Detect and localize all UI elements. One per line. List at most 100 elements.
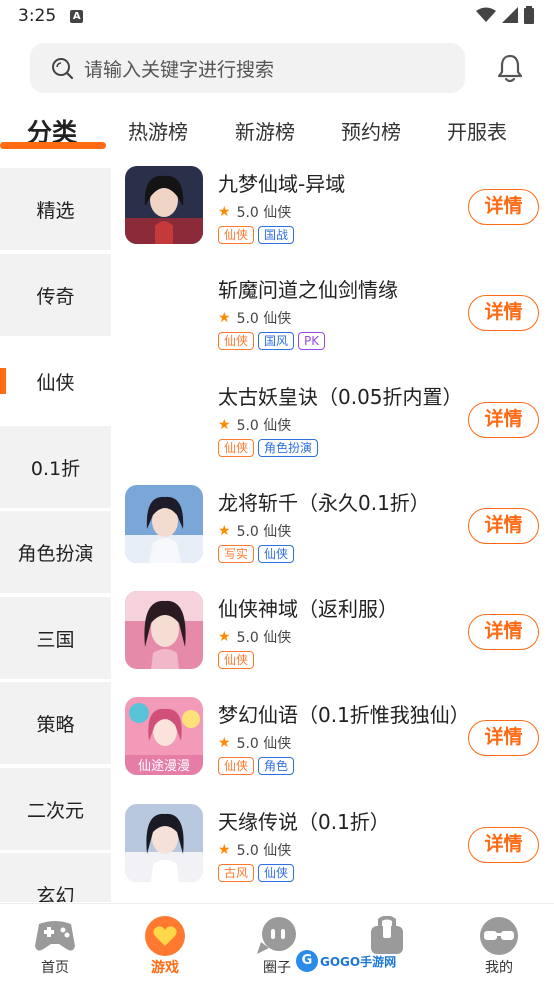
heart-chat-icon [145,916,185,956]
nav-games[interactable]: 游戏 [110,904,220,984]
watermark-text: GOGO手游网 [320,954,397,969]
rating-text: 5.0 仙侠 [236,736,292,752]
game-tags: 仙侠 [218,651,255,669]
active-tab-indicator [0,142,106,149]
game-rating: ★ 5.0 仙侠 [218,840,291,860]
star-icon: ★ [218,735,231,751]
rating-text: 5.0 仙侠 [236,418,292,434]
rating-text: 5.0 仙侠 [236,843,292,859]
game-item[interactable]: 仙途漫漫 梦幻仙语（0.1折惟我独仙） ★ 5.0 仙侠 仙侠 角色 详情 [111,693,554,799]
chat-bubble-icon [257,917,296,954]
tag: 仙侠 [218,332,255,350]
sidebar-item-label: 传奇 [36,285,75,308]
game-title: 斩魔问道之仙剑情缘 [218,278,398,302]
game-tags: 古风 仙侠 [218,864,295,882]
sidebar-item-label: 二次元 [26,799,84,822]
notification-a-icon: A [70,9,84,23]
star-icon: ★ [218,629,231,645]
game-rating: ★ 5.0 仙侠 [218,415,291,435]
tag: 仙侠 [218,651,255,669]
star-icon: ★ [218,204,231,220]
nav-label: 游戏 [151,960,179,976]
game-title: 梦幻仙语（0.1折惟我独仙） [218,703,470,727]
tab-hot[interactable]: 热游榜 [128,116,188,145]
game-item[interactable]: 九梦仙域-异域 ★ 5.0 仙侠 仙侠 国战 详情 [111,162,554,268]
sidebar-item-label: 精选 [36,199,75,222]
detail-button[interactable]: 详情 [468,295,539,331]
nav-profile[interactable]: 我的 [444,904,554,984]
sidebar-item-label: 角色扮演 [17,542,94,565]
detail-button[interactable]: 详情 [468,402,539,438]
bell-icon[interactable] [494,52,526,84]
sidebar-item-legend[interactable]: 传奇 [0,254,111,336]
status-icons [476,6,534,24]
sidebar-item-rpg[interactable]: 角色扮演 [0,511,111,593]
wifi-icon [476,7,496,22]
game-item[interactable]: 斩魔问道之仙剑情缘 ★ 5.0 仙侠 仙侠 国风 PK 详情 [111,268,554,374]
game-rating: ★ 5.0 仙侠 [218,202,291,222]
game-rating: ★ 5.0 仙侠 [218,733,291,753]
tag: 仙侠 [218,439,255,457]
sidebar-item-xianxia[interactable]: 仙侠 [0,340,111,422]
search-placeholder: 请输入关键字进行搜索 [84,58,275,81]
nav-label: 首页 [41,960,69,976]
signal-icon [502,7,518,23]
game-icon[interactable] [125,804,203,882]
tag: 写实 [218,545,255,563]
sidebar-item-discount[interactable]: 0.1折 [0,426,111,508]
sidebar-item-strategy[interactable]: 策略 [0,682,111,764]
tab-new[interactable]: 新游榜 [235,116,295,145]
battery-icon [524,6,534,24]
sidebar-item-featured[interactable]: 精选 [0,168,111,250]
tab-server[interactable]: 开服表 [447,116,507,145]
search-icon [52,58,74,80]
game-item[interactable]: 仙侠神域（返利服） ★ 5.0 仙侠 仙侠 详情 [111,587,554,693]
tag: 仙侠 [258,864,295,882]
sidebar-item-label: 0.1折 [30,457,81,480]
detail-button[interactable]: 详情 [468,827,539,863]
star-icon: ★ [218,310,231,326]
category-tabs: 分类 热游榜 新游榜 预约榜 开服表 [0,108,554,158]
game-icon[interactable] [125,485,203,563]
game-item[interactable]: 太古妖皇诀（0.05折内置） ★ 5.0 仙侠 仙侠 角色扮演 详情 [111,375,554,481]
tag: 仙侠 [258,545,295,563]
game-item[interactable]: 天缘传说（0.1折） ★ 5.0 仙侠 古风 仙侠 详情 [111,800,554,906]
detail-button[interactable]: 详情 [468,614,539,650]
rating-text: 5.0 仙侠 [236,311,292,327]
game-title: 天缘传说（0.1折） [218,810,390,834]
detail-button[interactable]: 详情 [468,508,539,544]
game-title: 太古妖皇诀（0.05折内置） [218,385,463,409]
sidebar-item-three-kingdoms[interactable]: 三国 [0,597,111,679]
game-rating: ★ 5.0 仙侠 [218,521,291,541]
glasses-face-icon [480,917,518,955]
game-tags: 仙侠 角色 [218,757,295,775]
game-tags: 写实 仙侠 [218,545,295,563]
detail-button[interactable]: 详情 [468,720,539,756]
nav-label: 我的 [485,960,513,976]
nav-home[interactable]: 首页 [0,904,110,984]
category-sidebar: 精选 传奇 仙侠 0.1折 角色扮演 三国 策略 二次元 玄幻 [0,160,111,902]
sidebar-item-anime[interactable]: 二次元 [0,768,111,850]
game-item[interactable]: 龙将斩千（永久0.1折） ★ 5.0 仙侠 写实 仙侠 详情 [111,481,554,587]
game-rating: ★ 5.0 仙侠 [218,627,291,647]
game-icon[interactable]: 仙途漫漫 [125,697,203,775]
icon-caption: 仙途漫漫 [138,758,190,774]
sidebar-item-fantasy[interactable]: 玄幻 [0,853,111,902]
tag: PK [298,332,326,350]
detail-button[interactable]: 详情 [468,189,539,225]
tab-reserve[interactable]: 预约榜 [341,116,401,145]
game-icon[interactable] [125,591,203,669]
tag: 国战 [258,226,295,244]
tag: 仙侠 [218,226,255,244]
star-icon: ★ [218,523,231,539]
tag: 角色扮演 [258,439,319,457]
game-tags: 仙侠 国战 [218,226,295,244]
sidebar-item-label: 玄幻 [36,884,75,903]
sidebar-item-label: 策略 [36,713,75,736]
search-input[interactable]: 请输入关键字进行搜索 [30,43,465,93]
game-icon[interactable] [125,166,203,244]
game-tags: 仙侠 角色扮演 [218,439,319,457]
tag: 古风 [218,864,255,882]
watermark-logo: G GOGO手游网 [296,948,396,974]
sidebar-item-label: 三国 [36,628,75,651]
